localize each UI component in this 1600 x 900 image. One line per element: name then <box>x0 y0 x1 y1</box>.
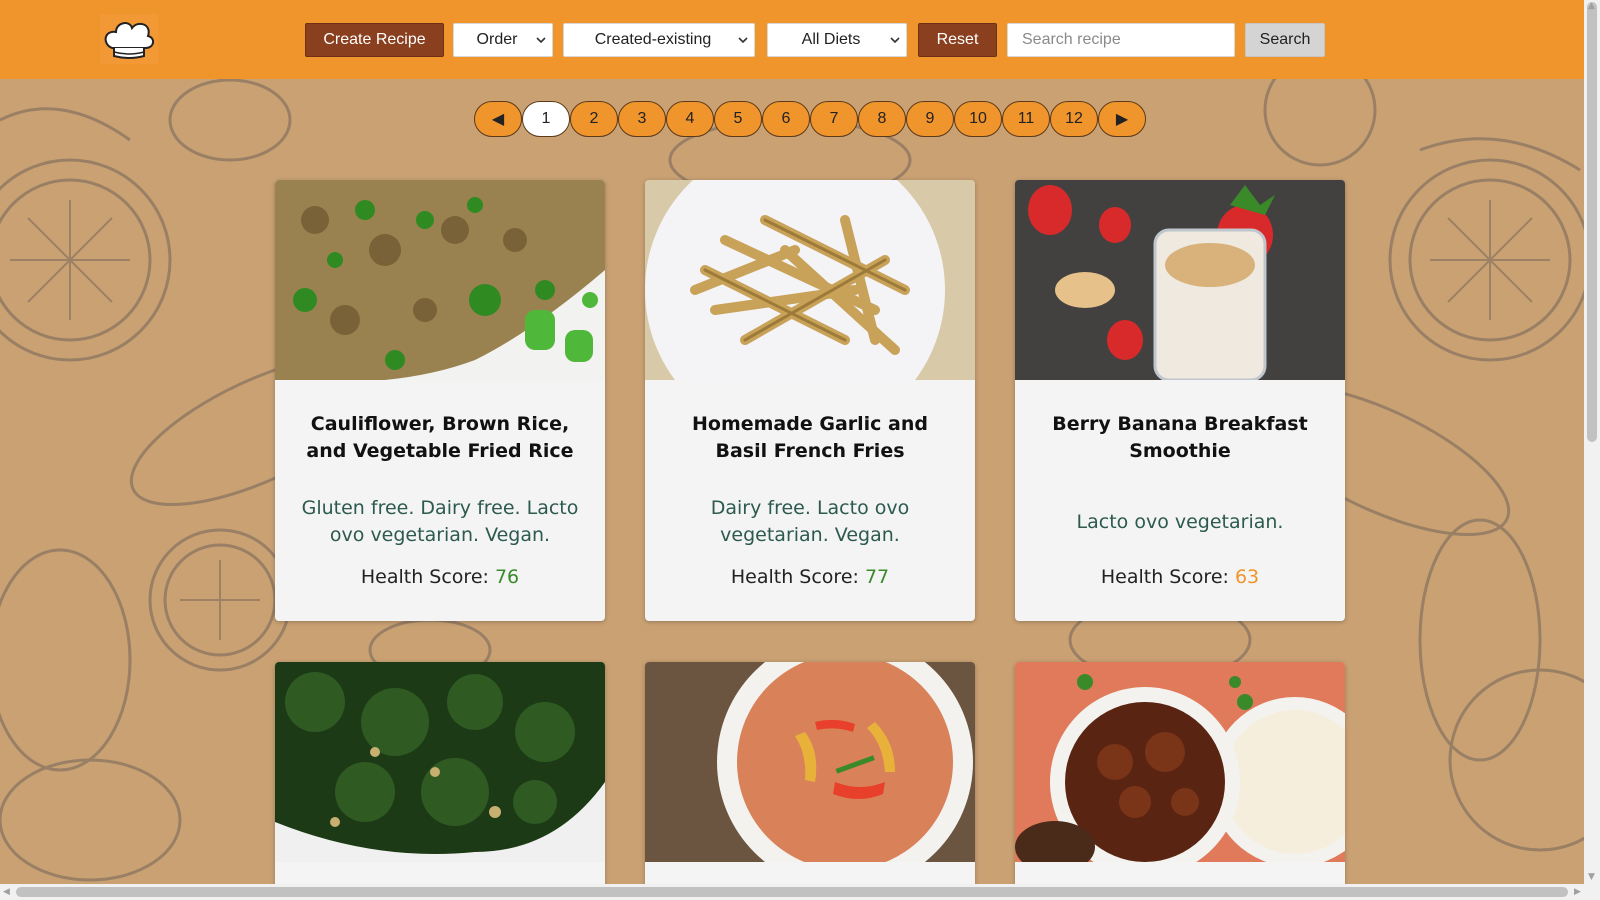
health-score-label: Health Score: <box>730 566 865 588</box>
page-button-3[interactable]: 3 <box>618 101 666 137</box>
recipe-diets: Lacto ovo vegetarian. <box>1076 510 1284 533</box>
source-select[interactable]: Created-existing <box>563 23 755 57</box>
health-score-value: 63 <box>1234 566 1260 588</box>
order-select-value: Order <box>476 31 518 48</box>
next-page-button[interactable]: ▶ <box>1098 101 1146 137</box>
horizontal-scroll-thumb[interactable] <box>16 887 1568 897</box>
page-button-11[interactable]: 11 <box>1002 101 1050 137</box>
smoothie-photo <box>1015 180 1345 382</box>
recipe-diets: Gluten free. Dairy free. Lacto ovo veget… <box>301 497 579 546</box>
chevron-down-icon <box>536 37 546 44</box>
recipe-card[interactable]: Cauliflower, Brown Rice, and Vegetable F… <box>275 180 605 621</box>
page-button-12[interactable]: 12 <box>1050 101 1098 137</box>
scroll-left-arrow-icon[interactable]: ◀ <box>3 887 10 897</box>
chef-hat-icon[interactable] <box>98 14 160 64</box>
source-select-value: Created-existing <box>594 31 712 48</box>
page-button-8[interactable]: 8 <box>858 101 906 137</box>
recipe-title: Homemade Garlic and Basil French Fries <box>692 413 928 462</box>
chevron-down-icon <box>738 37 748 44</box>
health-score-label: Health Score: <box>360 566 495 588</box>
page-button-6[interactable]: 6 <box>762 101 810 137</box>
page-button-7[interactable]: 7 <box>810 101 858 137</box>
kale-photo <box>275 662 605 862</box>
recipe-title: Berry Banana Breakfast Smoothie <box>1052 413 1308 462</box>
search-button[interactable]: Search <box>1245 23 1325 57</box>
recipe-diets: Dairy free. Lacto ovo vegetarian. Vegan. <box>710 497 910 546</box>
health-score-label: Health Score: <box>1100 566 1235 588</box>
top-navigation-bar: Create Recipe Order Created-existing All… <box>0 0 1584 79</box>
diet-select[interactable]: All Diets <box>767 23 907 57</box>
scroll-right-arrow-icon[interactable]: ▶ <box>1574 887 1581 897</box>
health-score: Health Score: 63 <box>1015 566 1345 596</box>
stew-with-rice-photo <box>1015 662 1345 877</box>
search-input[interactable] <box>1007 23 1235 57</box>
diet-select-value: All Diets <box>801 31 861 48</box>
curry-bowl-photo <box>645 662 975 890</box>
scroll-down-arrow-icon[interactable]: ▼ <box>1588 872 1595 882</box>
health-score-value: 77 <box>864 566 890 588</box>
recipe-card[interactable] <box>275 662 605 900</box>
pagination: ◀ 1 2 3 4 5 6 7 8 9 10 11 12 ▶ <box>474 101 1146 137</box>
recipe-card[interactable]: Berry Banana Breakfast Smoothie Lacto ov… <box>1015 180 1345 621</box>
reset-button[interactable]: Reset <box>918 23 997 57</box>
health-score: Health Score: 76 <box>275 566 605 596</box>
page-button-9[interactable]: 9 <box>906 101 954 137</box>
fried-rice-photo <box>275 180 605 383</box>
health-score-value: 76 <box>494 566 520 588</box>
scroll-up-arrow-icon[interactable]: ▲ <box>1588 1 1595 11</box>
prev-page-button[interactable]: ◀ <box>474 101 522 137</box>
page-button-2[interactable]: 2 <box>570 101 618 137</box>
create-recipe-button[interactable]: Create Recipe <box>305 23 444 57</box>
french-fries-photo <box>645 180 975 440</box>
order-select[interactable]: Order <box>453 23 553 57</box>
page-button-1[interactable]: 1 <box>522 101 570 137</box>
chevron-down-icon <box>890 37 900 44</box>
page-button-10[interactable]: 10 <box>954 101 1002 137</box>
recipe-card[interactable] <box>1015 662 1345 900</box>
vertical-scroll-thumb[interactable] <box>1587 2 1597 442</box>
page-button-5[interactable]: 5 <box>714 101 762 137</box>
recipe-title: Cauliflower, Brown Rice, and Vegetable F… <box>306 413 574 462</box>
recipe-card[interactable]: Homemade Garlic and Basil French Fries D… <box>645 180 975 621</box>
health-score: Health Score: 77 <box>645 566 975 596</box>
page-button-4[interactable]: 4 <box>666 101 714 137</box>
recipe-card[interactable] <box>645 662 975 900</box>
